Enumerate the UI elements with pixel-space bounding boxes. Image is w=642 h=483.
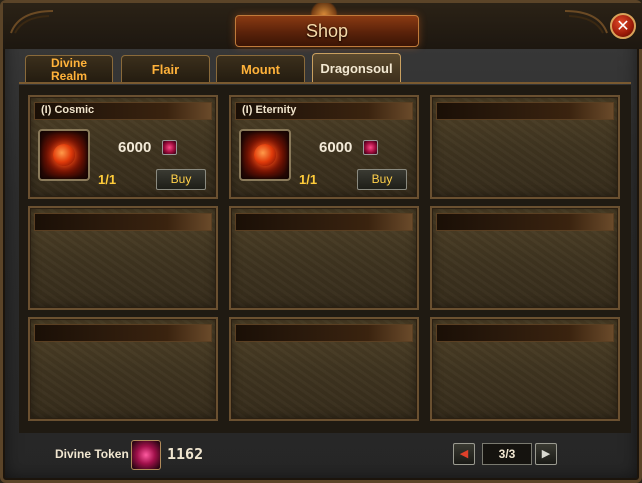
tab-label: Flair <box>151 62 180 77</box>
item-header <box>34 324 212 342</box>
item-header <box>436 102 614 120</box>
item-name: (I) Eternity <box>242 104 297 116</box>
title-bar: Shop ✕ <box>3 3 642 49</box>
cosmic-orb-icon[interactable] <box>38 129 90 181</box>
page-indicator: 3/3 <box>482 443 532 465</box>
tab-label: Dragonsoul <box>320 61 393 76</box>
divine-token-icon <box>363 140 378 155</box>
tab-label: Mount <box>241 62 280 77</box>
item-quantity: 1/1 <box>98 172 117 187</box>
buy-button[interactable]: Buy <box>156 169 206 190</box>
empty-slot <box>28 317 218 421</box>
buy-button[interactable]: Buy <box>357 169 407 190</box>
eternity-orb-icon[interactable] <box>239 129 291 181</box>
right-corner-ornament <box>564 10 608 34</box>
close-icon: ✕ <box>616 16 630 35</box>
item-header <box>34 213 212 231</box>
item-slot: (I) Cosmic 6000 1/1 Buy <box>28 95 218 199</box>
shop-window: Shop ✕ Divine Realm Flair Mount Dragonso… <box>0 0 642 483</box>
divine-token-icon <box>131 440 161 470</box>
divine-token-icon <box>162 140 177 155</box>
close-button[interactable]: ✕ <box>610 13 636 39</box>
item-header <box>235 213 413 231</box>
item-header <box>436 213 614 231</box>
currency-amount: 1162 <box>167 445 204 463</box>
tab-divine-realm[interactable]: Divine Realm <box>25 55 113 83</box>
item-header: (I) Eternity <box>235 102 413 120</box>
empty-slot <box>28 206 218 310</box>
item-header <box>436 324 614 342</box>
empty-slot <box>430 95 620 199</box>
empty-slot <box>430 317 620 421</box>
tab-mount[interactable]: Mount <box>216 55 305 82</box>
chevron-right-icon: ▶ <box>541 447 551 460</box>
tab-divider <box>19 82 631 84</box>
empty-slot <box>229 317 419 421</box>
item-slot: (I) Eternity 6000 1/1 Buy <box>229 95 419 199</box>
page-number: 3/3 <box>498 447 516 461</box>
title-plate: Shop <box>235 15 419 47</box>
left-corner-ornament <box>10 10 54 34</box>
empty-slot <box>430 206 620 310</box>
currency-label: Divine Token <box>55 447 129 461</box>
tab-flair[interactable]: Flair <box>121 55 210 82</box>
empty-slot <box>229 206 419 310</box>
item-header: (I) Cosmic <box>34 102 212 120</box>
item-price: 6000 <box>319 139 353 156</box>
chevron-left-icon: ◀ <box>459 447 469 460</box>
next-page-button[interactable]: ▶ <box>535 443 557 465</box>
window-title: Shop <box>305 21 349 41</box>
item-header <box>235 324 413 342</box>
tab-dragonsoul[interactable]: Dragonsoul <box>312 53 401 82</box>
item-price: 6000 <box>118 139 152 156</box>
prev-page-button[interactable]: ◀ <box>453 443 475 465</box>
item-quantity: 1/1 <box>299 172 318 187</box>
buy-label: Buy <box>371 172 393 186</box>
buy-label: Buy <box>170 172 192 186</box>
item-name: (I) Cosmic <box>41 104 95 116</box>
